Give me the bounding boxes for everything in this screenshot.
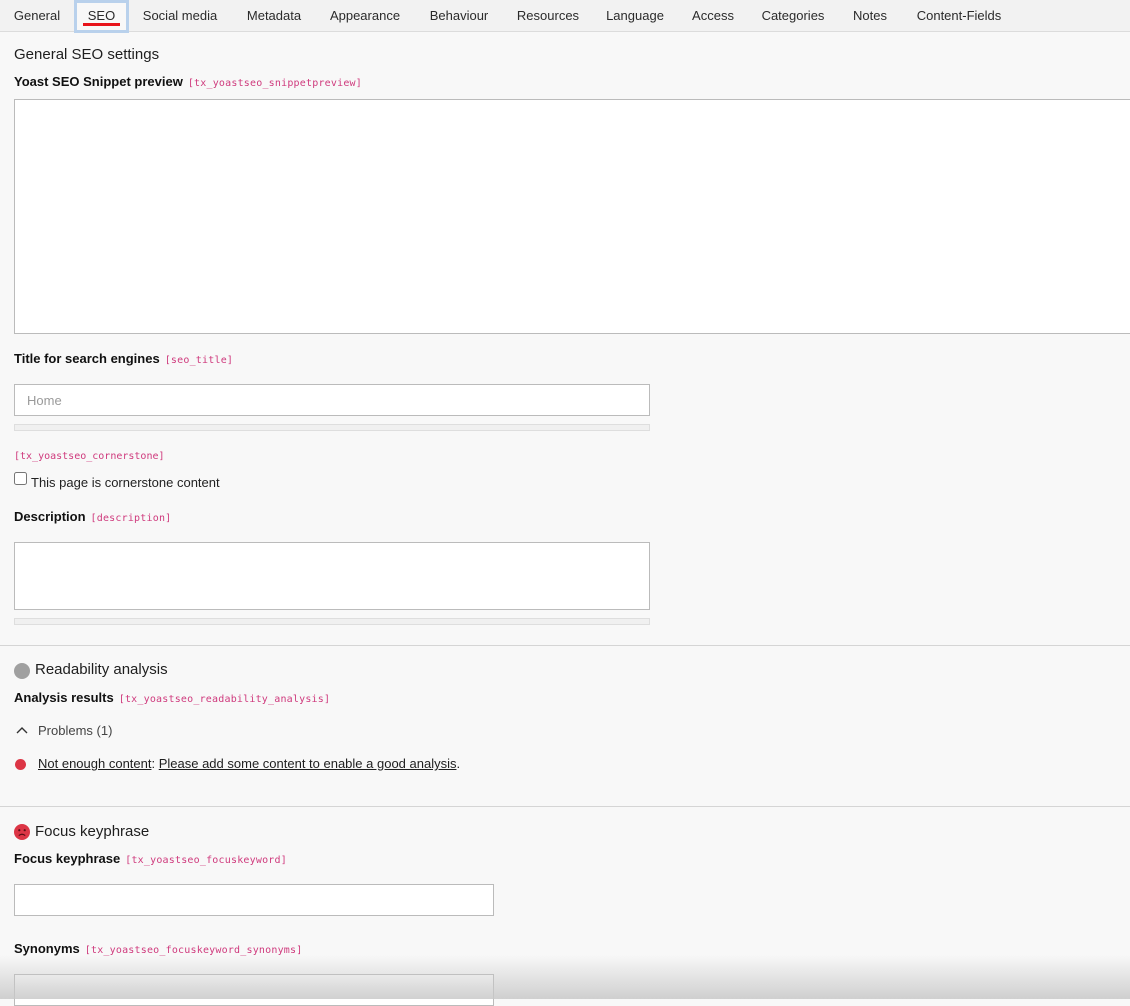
seo-title-input[interactable] <box>14 384 650 416</box>
focus-keyphrase-label-text: Focus keyphrase <box>14 851 121 866</box>
section-divider <box>0 806 1130 807</box>
problem-end: . <box>456 756 461 771</box>
tab-resources[interactable]: Resources <box>507 0 589 32</box>
snippet-preview-label-text: Yoast SEO Snippet preview <box>14 74 183 89</box>
grey-circle-icon <box>14 663 30 679</box>
cornerstone-checkbox-label[interactable]: This page is cornerstone content <box>31 475 220 490</box>
problem-text-link[interactable]: Please add some content to enable a good… <box>159 756 457 771</box>
description-field-code: [description] <box>90 513 172 524</box>
snippet-preview-label: Yoast SEO Snippet preview [tx_yoastseo_sn… <box>14 74 362 89</box>
analysis-results-label: Analysis results [tx_yoastseo_readability… <box>14 690 330 705</box>
tab-access[interactable]: Access <box>683 0 743 32</box>
section-divider <box>0 645 1130 646</box>
tab-appearance[interactable]: Appearance <box>319 0 411 32</box>
synonyms-field-code: [tx_yoastseo_focuskeyword_synonyms] <box>84 945 303 956</box>
description-length-bar <box>14 618 650 625</box>
section-title-focus-keyphrase: Focus keyphrase <box>35 823 150 840</box>
snippet-preview-field-code: [tx_yoastseo_snippetpreview] <box>187 78 362 89</box>
description-textarea[interactable] <box>14 542 650 610</box>
problem-item: Not enough content: Please add some cont… <box>38 756 460 771</box>
focus-keyphrase-field-code: [tx_yoastseo_focuskeyword] <box>125 855 287 866</box>
section-title-readability: Readability analysis <box>35 661 168 678</box>
synonyms-input[interactable] <box>14 974 494 1006</box>
description-label: Description [description] <box>14 509 171 524</box>
focus-keyphrase-input[interactable] <box>14 884 494 916</box>
tab-general[interactable]: General <box>4 0 70 32</box>
problem-title-link[interactable]: Not enough content <box>38 756 151 771</box>
tab-categories[interactable]: Categories <box>751 0 835 32</box>
seo-title-label-text: Title for search engines <box>14 351 160 366</box>
focus-keyphrase-label: Focus keyphrase [tx_yoastseo_focuskeyword… <box>14 851 287 866</box>
tab-metadata[interactable]: Metadata <box>235 0 313 32</box>
seo-title-label: Title for search engines [seo_title] <box>14 351 233 366</box>
cornerstone-field-code: [tx_yoastseo_cornerstone] <box>14 451 165 462</box>
snippet-preview-panel <box>14 99 1130 334</box>
cornerstone-checkbox[interactable] <box>14 472 27 485</box>
seo-title-length-bar <box>14 424 650 431</box>
tab-seo[interactable]: SEO <box>74 0 129 33</box>
problems-toggle-label: Problems (1) <box>38 723 113 738</box>
analysis-results-field-code: [tx_yoastseo_readability_analysis] <box>118 694 331 705</box>
tab-content-fields[interactable]: Content-Fields <box>906 0 1012 32</box>
sad-face-icon <box>14 824 30 840</box>
description-label-text: Description <box>14 509 86 524</box>
tab-seo-label: SEO <box>87 8 116 23</box>
analysis-results-label-text: Analysis results <box>14 690 114 705</box>
seo-title-field-code: [seo_title] <box>164 355 234 366</box>
tab-language[interactable]: Language <box>597 0 673 32</box>
tab-social-media[interactable]: Social media <box>131 0 229 32</box>
tab-behaviour[interactable]: Behaviour <box>418 0 500 32</box>
synonyms-label: Synonyms [tx_yoastseo_focuskeyword_synony… <box>14 941 302 956</box>
synonyms-label-text: Synonyms <box>14 941 80 956</box>
red-dot-icon <box>15 759 26 770</box>
chevron-up-icon <box>16 727 28 734</box>
problem-separator: : <box>151 756 159 771</box>
tab-bar: General SEO Social media Metadata Appear… <box>0 0 1130 33</box>
active-tab-indicator <box>83 23 120 26</box>
section-title-general-seo: General SEO settings <box>14 46 160 63</box>
tab-notes[interactable]: Notes <box>844 0 896 32</box>
